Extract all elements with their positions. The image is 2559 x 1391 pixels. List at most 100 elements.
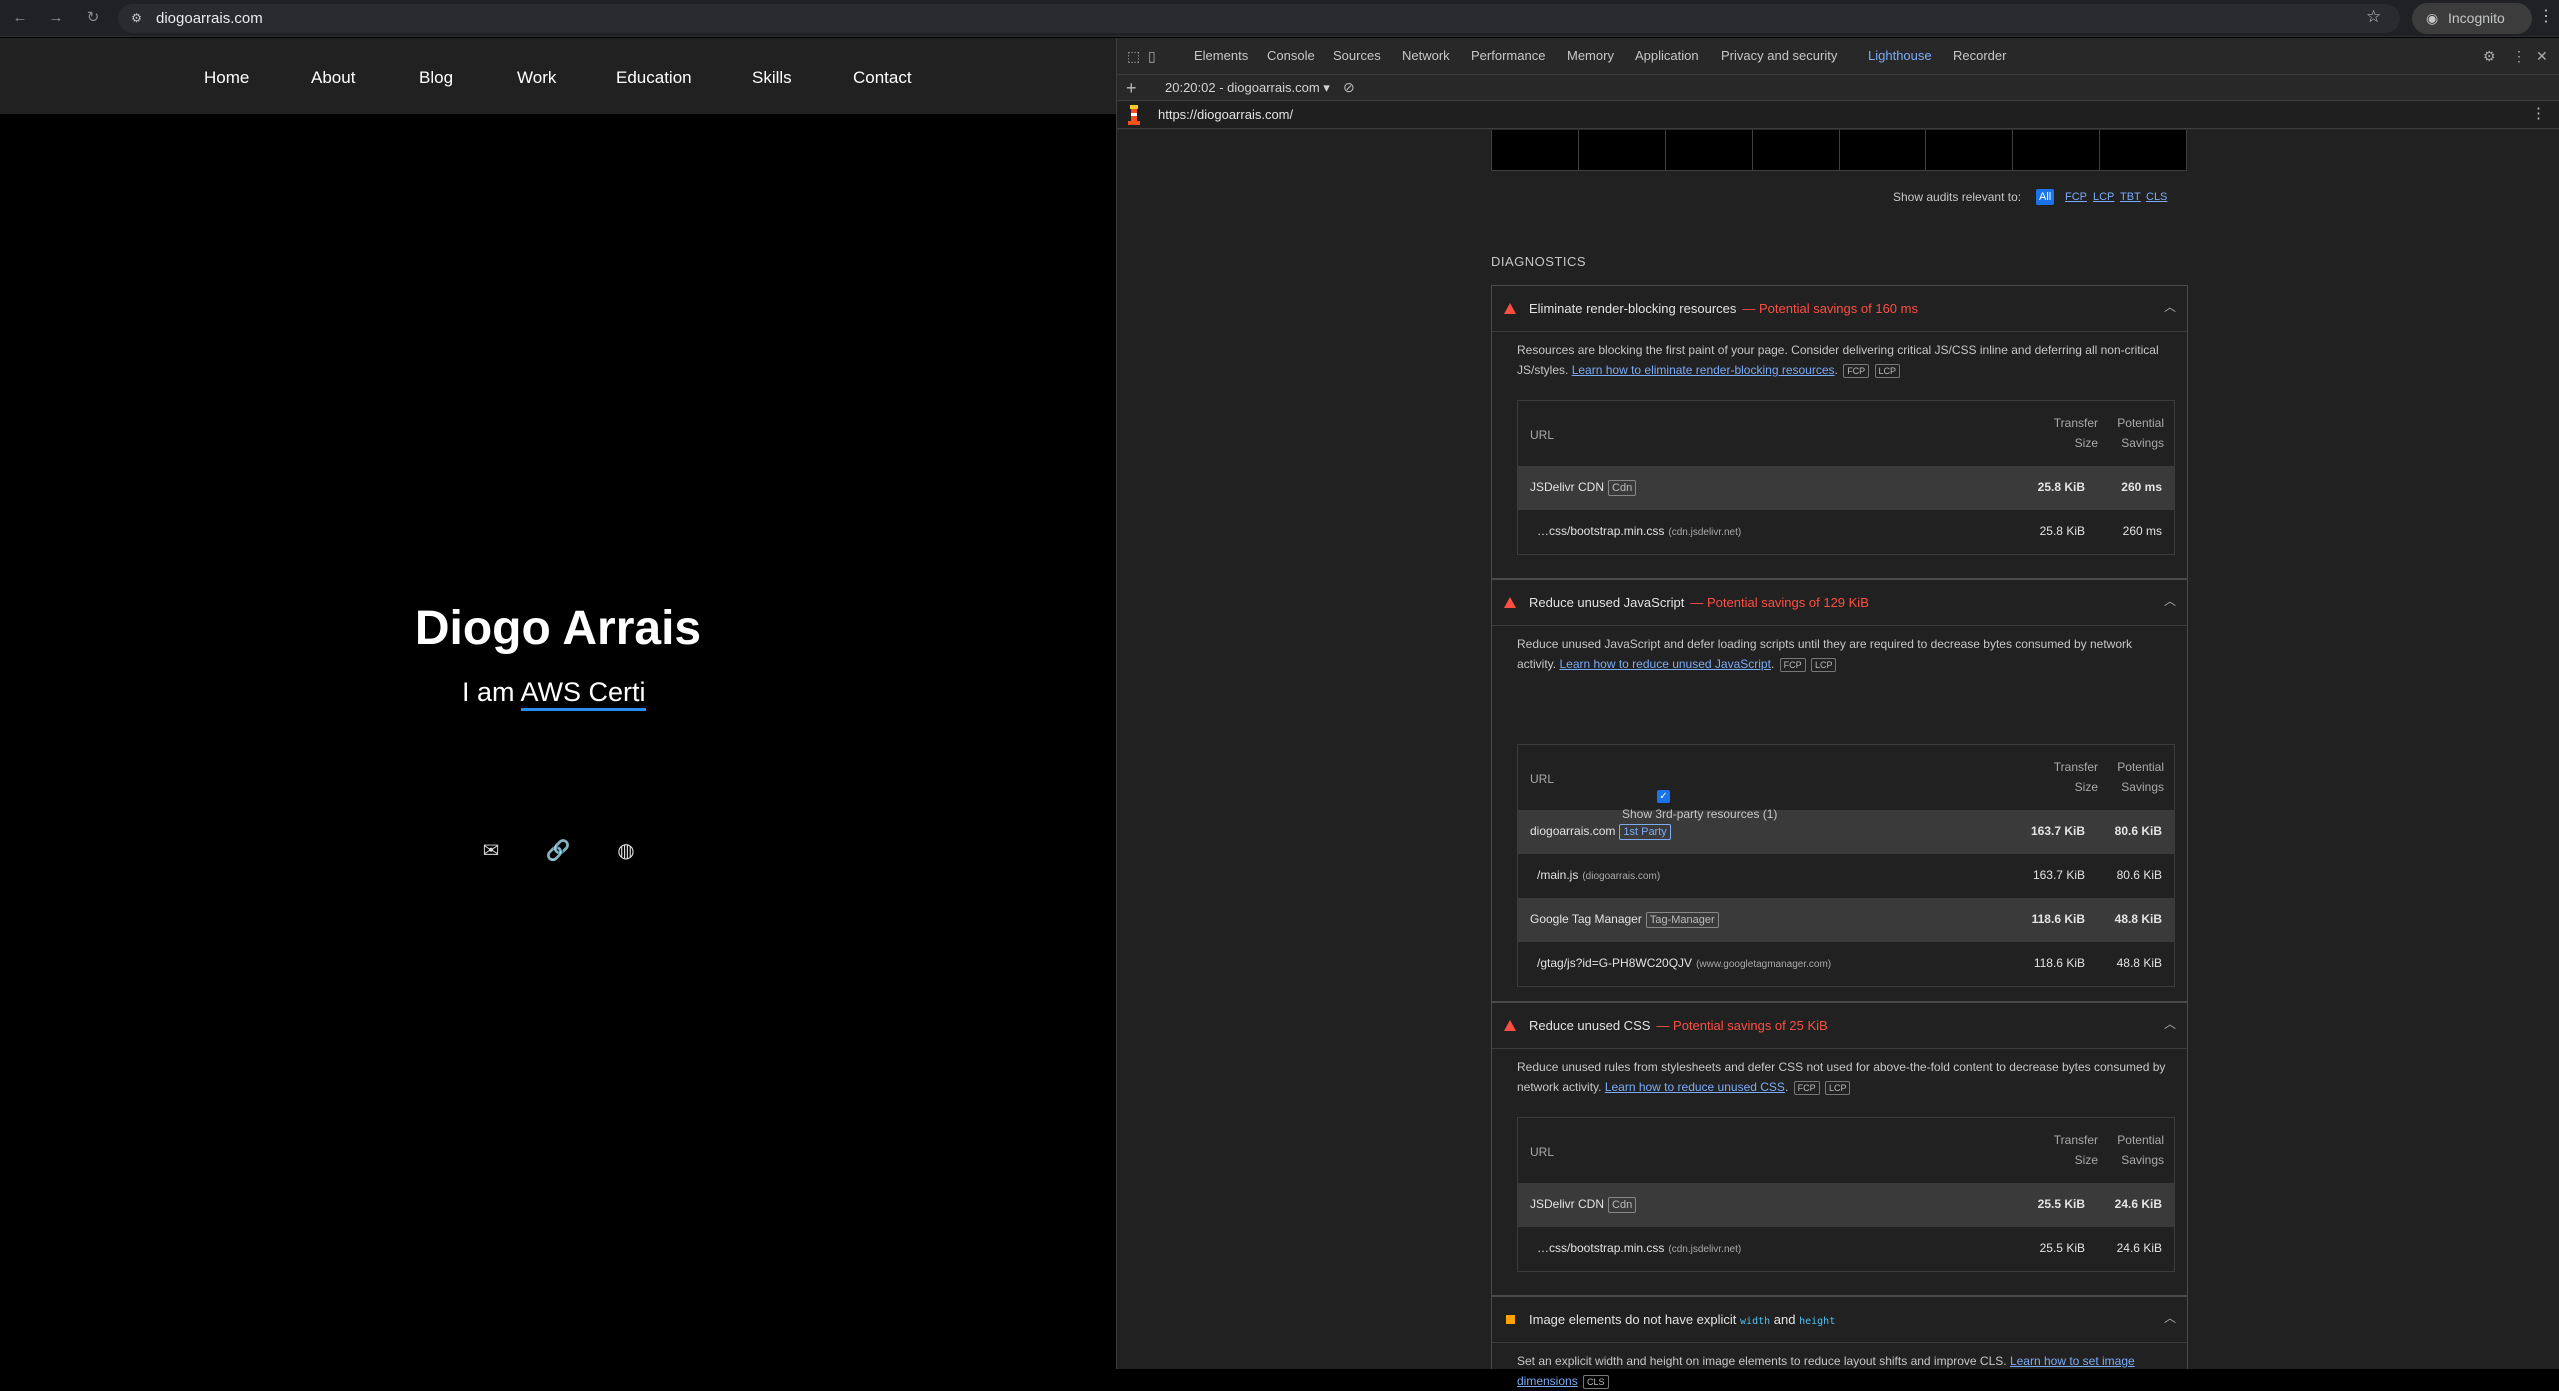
col-url: URL <box>1530 1145 1555 1159</box>
chevron-up-icon[interactable]: ︿ <box>2164 299 2176 315</box>
audit-title: Image elements do not have explicit widt… <box>1529 1312 1835 1330</box>
col-savings-2: Savings <box>2121 436 2164 450</box>
audit-title-and: and <box>1773 1312 1796 1327</box>
learn-more-link[interactable]: Learn how to eliminate render-blocking r… <box>1572 363 1835 377</box>
desc-text: Set an explicit width and height on imag… <box>1517 1354 2007 1368</box>
tab-network[interactable]: Network <box>1402 48 1450 64</box>
audit-savings: — Potential savings of 25 KiB <box>1656 1018 1828 1033</box>
filter-tbt[interactable]: TBT <box>2117 189 2144 205</box>
audit-header[interactable]: Reduce unused CSS — Potential savings of … <box>1492 1003 2187 1049</box>
col-transfer-1: Transfer <box>2053 760 2098 774</box>
metric-tag: LCP <box>1824 1081 1851 1095</box>
row-name[interactable]: /gtag/js?id=G-PH8WC20QJV <box>1537 956 1692 970</box>
tab-elements[interactable]: Elements <box>1194 48 1248 64</box>
chevron-up-icon[interactable]: ︿ <box>2164 1310 2176 1326</box>
learn-more-link[interactable]: Learn how to reduce unused CSS <box>1605 1080 1785 1094</box>
filter-label: Show audits relevant to: <box>1893 190 2022 204</box>
row-size: 118.6 KiB <box>2033 956 2085 970</box>
filter-all[interactable]: All <box>2036 189 2055 205</box>
settings-gear-icon[interactable]: ⚙ <box>2483 48 2496 64</box>
report-selector-label: 20:20:02 - diogoarrais.com <box>1165 80 1320 95</box>
tab-console[interactable]: Console <box>1267 48 1315 64</box>
bookmark-star-icon[interactable]: ☆ <box>2366 8 2381 26</box>
audit-title: Reduce unused CSS — Potential savings of … <box>1529 1018 1828 1034</box>
row-host: (cdn.jsdelivr.net) <box>1668 1244 1742 1255</box>
chevron-up-icon[interactable]: ︿ <box>2164 593 2176 609</box>
metric-tag: FCP <box>1779 658 1806 672</box>
row-name[interactable]: …css/bootstrap.min.css <box>1537 1241 1664 1255</box>
new-report-icon[interactable]: + <box>1126 78 1137 98</box>
tab-privacy-security[interactable]: Privacy and security <box>1721 48 1837 64</box>
link-icon[interactable]: 🔗 <box>545 838 571 864</box>
tab-recorder[interactable]: Recorder <box>1953 48 2006 64</box>
clear-reports-icon[interactable]: ⊘ <box>1343 79 1355 95</box>
tab-performance[interactable]: Performance <box>1471 48 1545 64</box>
nav-home[interactable]: Home <box>204 68 249 88</box>
filter-lcp[interactable]: LCP <box>2090 189 2117 205</box>
col-transfer-1: Transfer <box>2053 1133 2098 1147</box>
col-savings-1: Potential <box>2117 760 2164 774</box>
hero-subtitle: I am AWS Certi <box>462 675 646 711</box>
table-header: URL Transfer Size Potential Savings <box>1518 1118 2174 1183</box>
fail-triangle-icon <box>1504 1020 1516 1031</box>
back-icon[interactable]: ← <box>11 9 29 27</box>
fail-triangle-icon <box>1504 303 1516 314</box>
mail-icon[interactable]: ✉ <box>478 838 504 864</box>
audit-header[interactable]: Image elements do not have explicit widt… <box>1492 1297 2187 1343</box>
browser-menu-icon[interactable]: ⋮ <box>2538 8 2554 26</box>
row-name: JSDelivr CDN <box>1530 480 1605 494</box>
row-name[interactable]: /main.js <box>1537 868 1578 882</box>
audit-table: URL Transfer Size Potential Savings JSDeli… <box>1517 1117 2175 1272</box>
hero-name: Diogo Arrais <box>414 602 702 655</box>
incognito-badge[interactable]: ◉ Incognito <box>2412 3 2532 34</box>
learn-more-link[interactable]: Learn how to reduce unused JavaScript <box>1559 657 1770 671</box>
show-3rd-party-checkbox[interactable]: ✓ <box>1657 790 1670 803</box>
col-transfer-2: Size <box>2074 780 2098 794</box>
devtools-menu-icon[interactable]: ⋮ <box>2512 48 2526 64</box>
nav-work[interactable]: Work <box>517 68 556 88</box>
reload-icon[interactable]: ↻ <box>84 9 102 27</box>
site-info-icon[interactable]: ⚙ <box>128 10 145 27</box>
code-width: width <box>1740 1316 1771 1327</box>
col-savings-2: Savings <box>2121 1153 2164 1167</box>
audit-savings: — Potential savings of 129 KiB <box>1690 595 1869 610</box>
inspect-icon[interactable]: ⬚ <box>1127 48 1140 64</box>
audit-header[interactable]: Eliminate render-blocking resources — Pot… <box>1492 286 2187 332</box>
row-savings: 260 ms <box>2121 480 2162 494</box>
nav-skills[interactable]: Skills <box>752 68 792 88</box>
report-menu-icon[interactable]: ⋮ <box>2531 106 2546 122</box>
address-bar[interactable]: ⚙ diogoarrais.com <box>118 4 2400 33</box>
filter-cls[interactable]: CLS <box>2143 189 2170 205</box>
row-size: 25.5 KiB <box>2037 1197 2085 1211</box>
tab-lighthouse[interactable]: Lighthouse <box>1868 48 1932 64</box>
col-transfer-1: Transfer <box>2053 416 2098 430</box>
tab-sources[interactable]: Sources <box>1333 48 1381 64</box>
devtools-tabbar: ⬚ ▯ Elements Console Sources Network Per… <box>1117 38 2559 75</box>
forward-icon[interactable]: → <box>47 9 65 27</box>
row-size: 25.8 KiB <box>2039 524 2085 538</box>
site-nav: Home About Blog Work Education Skills Co… <box>0 38 1116 114</box>
coin-icon[interactable]: ◍ <box>613 838 639 864</box>
nav-contact[interactable]: Contact <box>853 68 912 88</box>
audit-title-text: Reduce unused CSS <box>1529 1018 1651 1033</box>
audit-description: Reduce unused JavaScript and defer loadi… <box>1517 637 2133 672</box>
device-toolbar-icon[interactable]: ▯ <box>1148 48 1156 64</box>
audit-header[interactable]: Reduce unused JavaScript — Potential savi… <box>1492 580 2187 626</box>
close-devtools-icon[interactable]: ✕ <box>2536 48 2548 64</box>
nav-education[interactable]: Education <box>616 68 692 88</box>
report-selector[interactable]: 20:20:02 - diogoarrais.com ▾ <box>1165 80 1330 96</box>
filter-fcp[interactable]: FCP <box>2062 189 2090 205</box>
table-row: diogoarrais.com 1st Party 163.7 KiB 80.6 Ki… <box>1518 810 2174 854</box>
tab-application[interactable]: Application <box>1635 48 1699 64</box>
filmstrip-frame <box>1492 130 1579 170</box>
nav-about[interactable]: About <box>311 68 355 88</box>
chevron-up-icon[interactable]: ︿ <box>2164 1016 2176 1032</box>
nav-blog[interactable]: Blog <box>419 68 453 88</box>
row-host: (diogoarrais.com) <box>1582 871 1661 882</box>
row-name[interactable]: …css/bootstrap.min.css <box>1537 524 1664 538</box>
entity-tag: Cdn <box>1608 1197 1637 1213</box>
tab-memory[interactable]: Memory <box>1567 48 1614 64</box>
lighthouse-report: Show audits relevant to: All FCP LCP TBT… <box>1117 130 2559 1389</box>
filmstrip-frame <box>1665 130 1753 170</box>
filmstrip-frame <box>1839 130 1927 170</box>
